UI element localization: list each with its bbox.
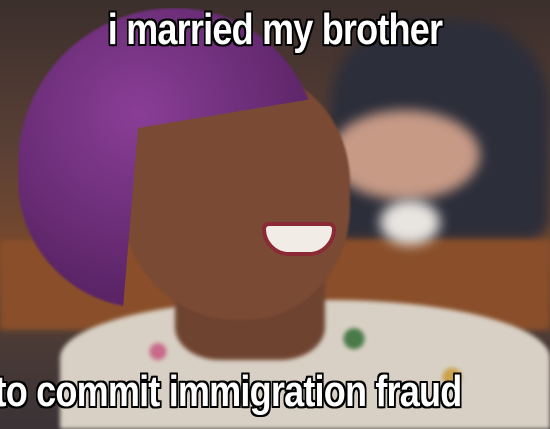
background-hand bbox=[330, 110, 480, 200]
bottom-caption: to commit immigration fraud bbox=[0, 367, 462, 416]
top-caption: i married my brother bbox=[107, 5, 443, 54]
meme-image: i married my brother to commit immigrati… bbox=[0, 0, 550, 429]
background-cup bbox=[380, 200, 440, 245]
